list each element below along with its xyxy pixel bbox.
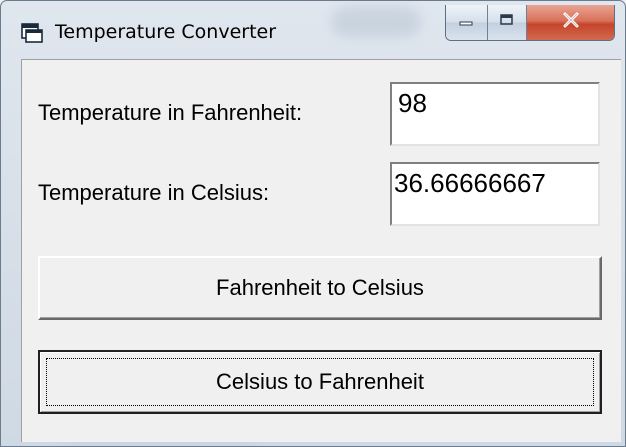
window-app-icon[interactable] <box>21 23 43 43</box>
maximize-icon <box>499 13 515 32</box>
window-title: Temperature Converter <box>55 21 277 43</box>
fahrenheit-to-celsius-button[interactable]: Fahrenheit to Celsius <box>38 256 602 320</box>
maximize-button[interactable] <box>487 5 528 40</box>
minimize-button[interactable] <box>446 5 488 40</box>
app-window: Temperature Converter Temperature in Fah… <box>0 0 626 447</box>
close-icon <box>561 11 581 34</box>
fahrenheit-to-celsius-label: Fahrenheit to Celsius <box>216 275 424 300</box>
celsius-to-fahrenheit-label: Celsius to Fahrenheit <box>216 369 424 394</box>
caption-buttons <box>445 5 615 41</box>
celsius-label: Temperature in Celsius: <box>38 180 270 205</box>
close-button[interactable] <box>527 5 614 40</box>
title-bar[interactable]: Temperature Converter <box>1 1 625 59</box>
minimize-icon <box>458 14 474 32</box>
fahrenheit-label: Temperature in Fahrenheit: <box>38 100 303 125</box>
fahrenheit-input[interactable]: 98 <box>390 82 600 146</box>
celsius-to-fahrenheit-button[interactable]: Celsius to Fahrenheit <box>38 350 602 414</box>
celsius-input[interactable]: 36.66666667 <box>390 162 600 226</box>
form-client-area: Temperature in Fahrenheit: 98 Temperatur… <box>21 59 621 442</box>
